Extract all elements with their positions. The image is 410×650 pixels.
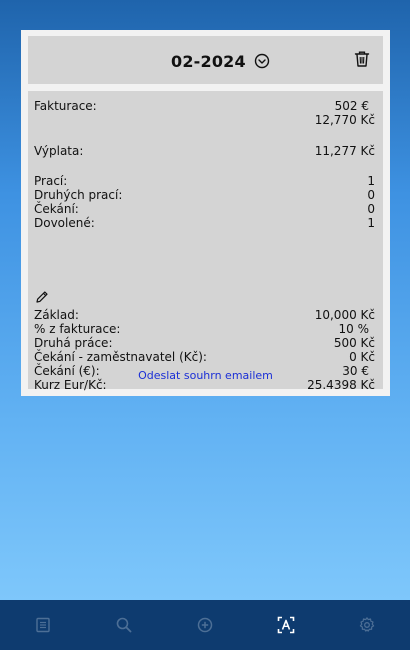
count-label: Čekání:: [34, 202, 79, 216]
setting-label: Základ:: [34, 308, 79, 322]
setting-label: Druhá práce:: [34, 336, 113, 350]
list-icon[interactable]: [34, 616, 52, 634]
search-icon[interactable]: [115, 616, 133, 634]
month-summary-card: 02-2024 Fakturace: 502 € 12,770 Kč Výpla…: [21, 30, 390, 396]
count-label: Druhých prací:: [34, 188, 123, 202]
fakturace-label: Fakturace:: [34, 99, 97, 113]
setting-value: 10,000 Kč: [314, 308, 375, 322]
setting-value: 500 Kč: [333, 336, 375, 350]
pencil-icon[interactable]: [35, 289, 49, 303]
setting-label: % z fakturace:: [34, 322, 121, 336]
count-label: Prací:: [34, 174, 68, 188]
month-label: 02-2024: [171, 51, 246, 71]
summary-body: Fakturace: 502 € 12,770 Kč Výplata: 11,2…: [28, 91, 383, 392]
fakturace-eur: 502 €: [334, 99, 369, 113]
count-value: 1: [367, 174, 375, 188]
chevron-down-circle-icon: [254, 53, 270, 69]
count-value: 1: [367, 216, 375, 230]
month-selector[interactable]: 02-2024: [171, 50, 270, 72]
bottom-navigation: [0, 600, 410, 650]
vyplata-label: Výplata:: [34, 144, 84, 158]
vyplata-value: 11,277 Kč: [314, 144, 375, 158]
count-label: Dovolené:: [34, 216, 95, 230]
setting-value: 10 %: [338, 322, 370, 336]
gear-icon[interactable]: [358, 616, 376, 634]
fakturace-czk: 12,770 Kč: [314, 113, 375, 127]
setting-label: Čekání - zaměstnavatel (Kč):: [34, 350, 207, 364]
setting-value: 0 Kč: [349, 350, 375, 364]
send-summary-email-link[interactable]: Odeslat souhrn emailem: [28, 369, 383, 382]
add-circle-icon[interactable]: [196, 616, 214, 634]
trash-icon[interactable]: [354, 50, 370, 68]
card-header: 02-2024: [28, 36, 383, 84]
scan-text-icon[interactable]: [277, 616, 295, 634]
count-value: 0: [367, 202, 375, 216]
count-value: 0: [367, 188, 375, 202]
